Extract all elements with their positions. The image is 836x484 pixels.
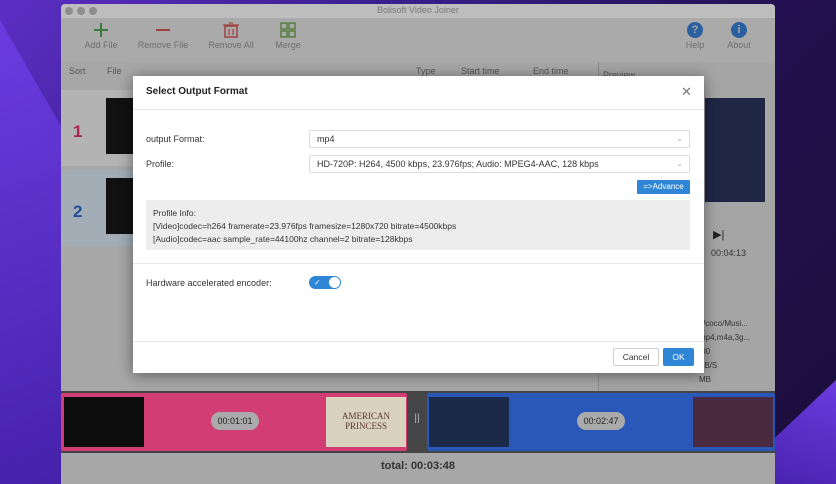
hardware-encoder-label: Hardware accelerated encoder: [146,278,272,288]
add-file-label: Add File [84,40,118,50]
preview-info-line: mp4,m4a,3g... [699,333,751,342]
chevron-down-icon: ⌄ [676,134,683,143]
merge-icon [280,22,296,38]
preview-time: 00:04:13 [711,248,747,258]
merge-button[interactable]: Merge [271,22,305,50]
next-track-icon[interactable]: ▶| [713,228,724,241]
help-icon: ? [687,22,703,38]
column-header-sort[interactable]: Sort [69,66,86,76]
preview-video-frame [705,98,765,202]
clip-duration: 00:02:47 [577,412,625,430]
column-header-end-time[interactable]: End time [533,66,569,76]
file-index: 2 [73,202,83,221]
timeline: 00:01:01 AMERICAN PRINCESS || 00:02:47 [61,391,775,453]
column-header-start-time[interactable]: Start time [461,66,500,76]
about-button[interactable]: i About [725,22,753,50]
remove-all-label: Remove All [208,40,254,50]
help-button[interactable]: ? Help [681,22,709,50]
help-label: Help [685,40,705,50]
titlebar: Bolisoft Video Joiner [61,4,775,18]
remove-all-button[interactable]: Remove All [207,22,255,50]
clip-joint-handle[interactable]: || [411,413,423,431]
timeline-clip[interactable]: 00:01:01 AMERICAN PRINCESS [61,393,407,451]
preview-info-line: MB [699,375,711,384]
profile-info-box: Profile Info: [Video]codec=h264 framerat… [146,200,690,250]
check-icon: ✓ [314,278,321,287]
clip-thumbnail [64,397,144,447]
ok-button[interactable]: OK [663,348,694,366]
about-label: About [727,40,751,50]
trash-icon [223,22,239,38]
window-title: Bolisoft Video Joiner [377,5,459,15]
clip-duration: 00:01:01 [211,412,259,430]
close-icon[interactable]: ✕ [681,85,692,98]
profile-info-audio: [Audio]codec=aac sample_rate=44100hz cha… [153,234,413,244]
column-header-file[interactable]: File [107,66,122,76]
profile-info-heading: Profile Info: [153,208,196,218]
advance-button[interactable]: =>Advance [637,180,690,194]
hardware-encoder-toggle[interactable]: ✓ [309,276,341,289]
output-format-select[interactable]: mp4 ⌄ [309,130,690,148]
timeline-clip[interactable]: 00:02:47 [427,393,775,451]
dialog-divider [133,263,704,264]
clip-thumbnail [429,397,509,447]
remove-file-label: Remove File [137,40,189,50]
toolbar: Add File Remove File Remove All Merge ? … [61,18,775,62]
plus-icon [94,23,108,37]
file-thumbnail [106,178,136,234]
dialog-divider [133,109,704,110]
add-file-button[interactable]: Add File [83,22,119,50]
total-duration: total: 00:03:48 [61,453,775,484]
remove-file-button[interactable]: Remove File [137,22,189,50]
output-format-value: mp4 [317,134,335,144]
merge-label: Merge [275,40,301,50]
column-header-type[interactable]: Type [416,66,436,76]
clip-thumbnail: AMERICAN PRINCESS [326,397,406,447]
profile-info-video: [Video]codec=h264 framerate=23.976fps fr… [153,221,457,231]
minus-icon [156,29,170,31]
profile-select[interactable]: HD-720P: H264, 4500 kbps, 23.976fps; Aud… [309,155,690,173]
file-thumbnail [106,98,136,154]
chevron-down-icon: ⌄ [676,159,683,168]
profile-value: HD-720P: H264, 4500 kbps, 23.976fps; Aud… [317,159,599,169]
file-index: 1 [73,122,83,141]
profile-label: Profile: [146,159,175,169]
dialog-divider [133,341,704,342]
clip-thumbnail [693,397,773,447]
preview-info-line: s/coco/Musi... [699,319,748,328]
info-icon: i [731,22,747,38]
dialog-title: Select Output Format [146,86,248,97]
toggle-knob [329,277,340,288]
cancel-button[interactable]: Cancel [613,348,659,366]
select-output-format-dialog: Select Output Format ✕ output Format: mp… [133,76,704,373]
output-format-label: output Format: [146,134,205,144]
